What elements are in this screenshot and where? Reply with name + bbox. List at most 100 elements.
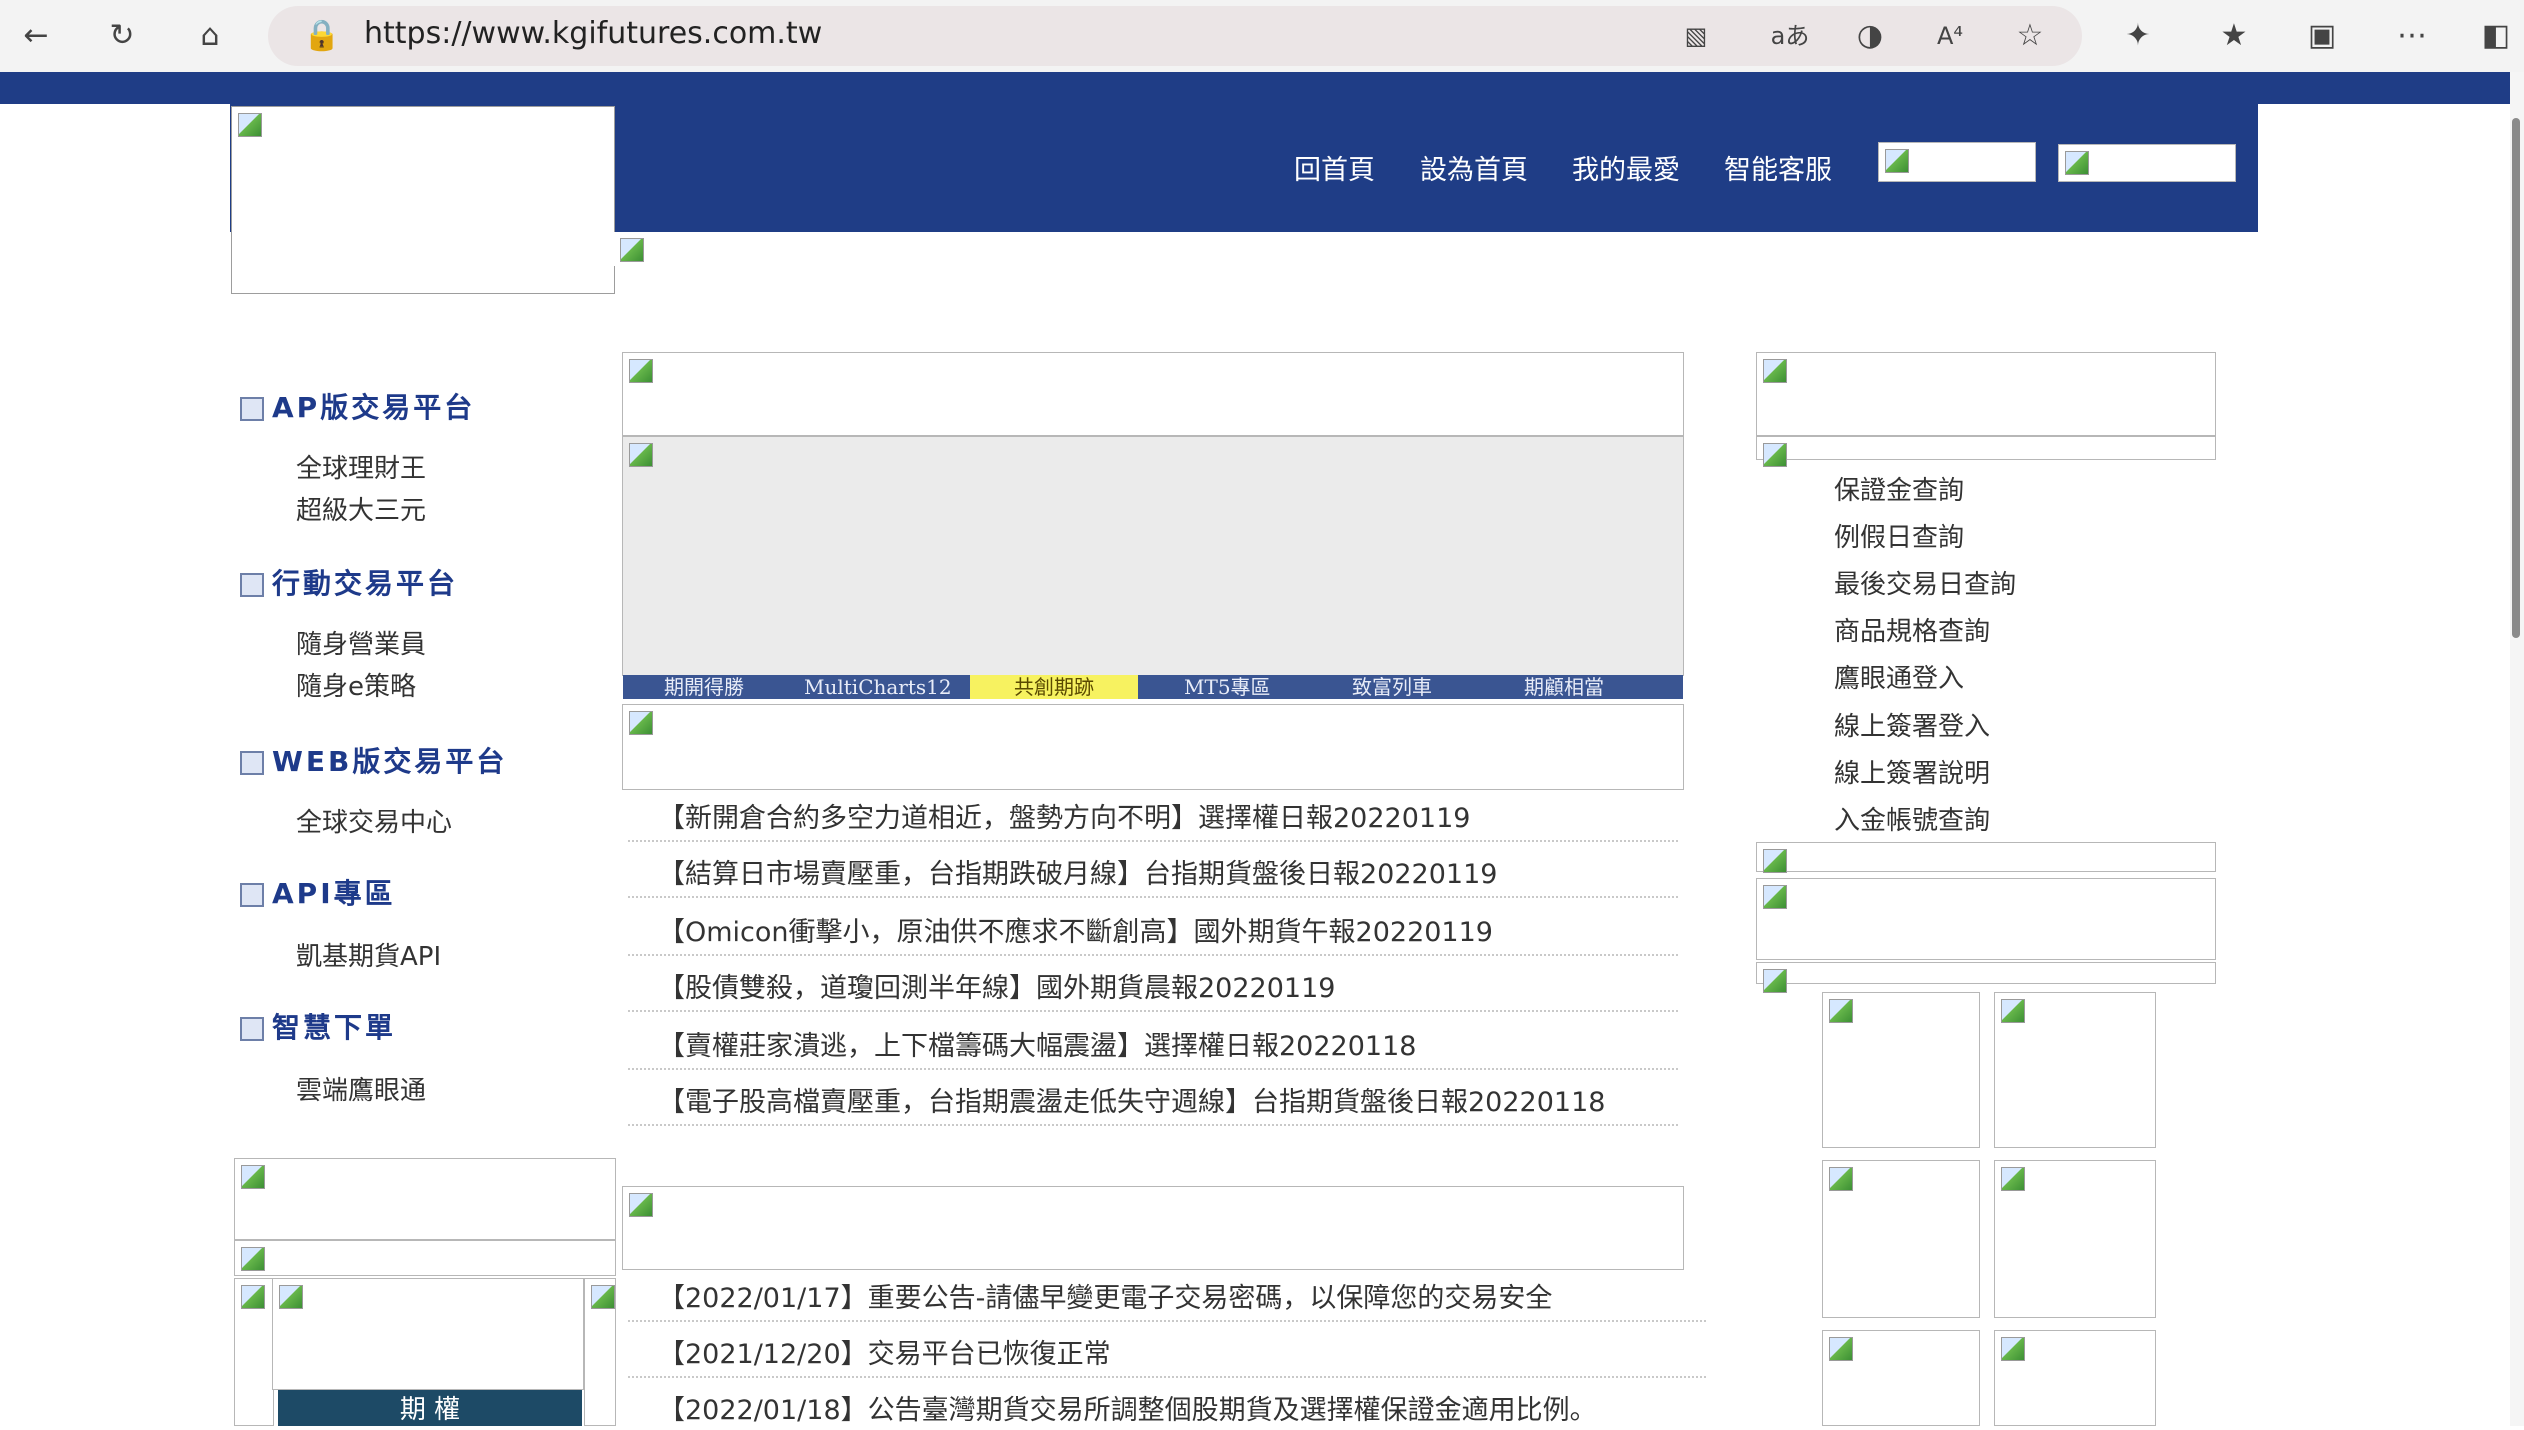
refresh-icon[interactable]: ↻	[100, 14, 144, 58]
translate-icon[interactable]: aあ	[1768, 14, 1812, 58]
reports-header-image	[622, 704, 1684, 790]
right-link-holiday[interactable]: 例假日查詢	[1834, 517, 1964, 554]
divider	[628, 1010, 1678, 1012]
right-link-last-trade[interactable]: 最後交易日查詢	[1834, 564, 2016, 601]
tab-gongchuang[interactable]: 共創期跡	[970, 675, 1138, 699]
nav-set-home-link[interactable]: 設為首頁	[1420, 148, 1528, 187]
right-banner-image[interactable]	[1756, 878, 2216, 960]
sidebar-heading-api: API專區	[240, 872, 396, 912]
divider	[628, 1320, 1706, 1322]
square-bullet-icon	[240, 573, 264, 597]
right-tile-image[interactable]	[1822, 1160, 1980, 1318]
right-tile-image[interactable]	[1994, 1330, 2156, 1426]
report-link[interactable]: 【股債雙殺，道瓊回測半年線】國外期貨晨報20220119	[658, 966, 1335, 1005]
favorite-icon[interactable]: ☆	[2008, 14, 2052, 58]
square-bullet-icon	[240, 883, 264, 907]
sidebar-heading-smart: 智慧下單	[240, 1006, 396, 1046]
sidebar-tile-label[interactable]: 期 權	[278, 1390, 582, 1426]
nav-image-button-1[interactable]	[1878, 142, 2036, 182]
sidebar-heading-label: WEB版交易平台	[272, 745, 508, 778]
url-text[interactable]: https://www.kgifutures.com.tw	[364, 16, 822, 51]
center-carousel-image[interactable]	[622, 436, 1684, 676]
sidebar-item-link[interactable]: 超級大三元	[296, 490, 426, 527]
extensions-icon[interactable]: ✦	[2116, 14, 2160, 58]
right-link-sign-guide[interactable]: 線上簽署說明	[1834, 753, 1990, 790]
tab-mt5[interactable]: MT5專區	[1184, 675, 1271, 699]
more-icon[interactable]: ⋯	[2390, 14, 2434, 58]
sidebar-strip-image	[234, 1240, 616, 1276]
sidebar-item-link[interactable]: 雲端鷹眼通	[296, 1070, 426, 1107]
nav-home-link[interactable]: 回首頁	[1294, 148, 1375, 187]
right-link-spec[interactable]: 商品規格查詢	[1834, 611, 1990, 648]
right-link-sign-login[interactable]: 線上簽署登入	[1834, 706, 1990, 743]
sidebar-heading-web: WEB版交易平台	[240, 740, 507, 780]
sidebar-item-link[interactable]: 全球交易中心	[296, 802, 452, 839]
right-tile-image[interactable]	[1822, 1330, 1980, 1426]
nav-image-button-2[interactable]	[2058, 144, 2236, 182]
right-tile-image[interactable]	[1994, 1160, 2156, 1318]
logo-image[interactable]	[231, 106, 615, 294]
square-bullet-icon	[240, 751, 264, 775]
lock-icon[interactable]: 🔒	[300, 14, 344, 58]
announcements-header-image	[622, 1186, 1684, 1270]
sidebar-heading-label: AP版交易平台	[272, 391, 476, 424]
right-strip-image	[1756, 962, 2216, 993]
nav-service-link[interactable]: 智能客服	[1724, 148, 1832, 187]
sidebar-edge-image	[584, 1278, 616, 1426]
right-strip-image	[1756, 842, 2216, 873]
sidebar-item-link[interactable]: 隨身e策略	[296, 666, 416, 703]
right-tile-image[interactable]	[1994, 992, 2156, 1148]
back-icon[interactable]: ←	[14, 14, 58, 58]
favorites-list-icon[interactable]: ★	[2212, 14, 2256, 58]
right-strip-image	[1756, 436, 2216, 467]
tab-kaikai[interactable]: 期開得勝	[664, 675, 744, 699]
tab-qigu[interactable]: 期顧相當	[1524, 675, 1604, 699]
center-header-image	[622, 352, 1684, 436]
scrollbar-thumb[interactable]	[2512, 118, 2520, 638]
sidebar-tile-image[interactable]	[272, 1278, 584, 1390]
announcement-link[interactable]: 【2022/01/17】重要公告-請儘早變更電子交易密碼，以保障您的交易安全	[658, 1276, 1552, 1315]
divider	[628, 1124, 1678, 1126]
divider	[628, 840, 1678, 842]
sidebar-heading-label: API專區	[272, 877, 396, 910]
sidebar-item-link[interactable]: 凱基期貨API	[296, 936, 441, 973]
announcement-link[interactable]: 【2022/01/18】公告臺灣期貨交易所調整個股期貨及選擇權保證金適用比例。	[658, 1388, 1597, 1427]
tab-zhifu[interactable]: 致富列車	[1352, 675, 1432, 699]
right-tile-image[interactable]	[1822, 992, 1980, 1148]
read-aloud-icon[interactable]: A⁴	[1928, 14, 1972, 58]
report-link[interactable]: 【電子股高檔賣壓重，台指期震盪走低失守週線】台指期貨盤後日報20220118	[658, 1080, 1605, 1119]
sidebar-heading-label: 智慧下單	[272, 1011, 397, 1044]
sidebar-item-link[interactable]: 隨身營業員	[296, 624, 426, 661]
sidebar-icon[interactable]: ◧	[2474, 14, 2518, 58]
divider	[628, 954, 1678, 956]
sidebar-banner-image[interactable]	[234, 1158, 616, 1240]
right-link-eagle-login[interactable]: 鷹眼通登入	[1834, 658, 1964, 695]
divider	[628, 1068, 1678, 1070]
right-link-margin[interactable]: 保證金查詢	[1834, 470, 1964, 507]
sidebar-heading-mobile: 行動交易平台	[240, 562, 458, 602]
copilot-icon[interactable]: ◑	[1848, 14, 1892, 58]
sidebar-edge-image	[234, 1278, 274, 1426]
browser-toolbar: ← ↻ ⌂ 🔒 https://www.kgifutures.com.tw ▧ …	[0, 0, 2524, 72]
announcement-link[interactable]: 【2021/12/20】交易平台已恢復正常	[658, 1332, 1111, 1371]
tab-multicharts[interactable]: MultiCharts12	[804, 675, 952, 699]
header-spacer-image	[614, 232, 648, 266]
square-bullet-icon	[240, 1017, 264, 1041]
right-header-image	[1756, 352, 2216, 436]
report-link[interactable]: 【新開倉合約多空力道相近，盤勢方向不明】選擇權日報20220119	[658, 796, 1470, 835]
camera-off-icon[interactable]: ▧	[1674, 14, 1718, 58]
sidebar-item-link[interactable]: 全球理財王	[296, 448, 426, 485]
top-band	[0, 72, 2510, 104]
square-bullet-icon	[240, 397, 264, 421]
sidebar-heading-ap: AP版交易平台	[240, 386, 475, 426]
collections-icon[interactable]: ▣	[2300, 14, 2344, 58]
sidebar-heading-label: 行動交易平台	[272, 567, 459, 600]
report-link[interactable]: 【賣權莊家潰逃，上下檔籌碼大幅震盪】選擇權日報20220118	[658, 1024, 1416, 1063]
report-link[interactable]: 【結算日市場賣壓重，台指期跌破月線】台指期貨盤後日報20220119	[658, 852, 1497, 891]
nav-favorites-link[interactable]: 我的最愛	[1572, 148, 1680, 187]
divider	[628, 1376, 1706, 1378]
home-icon[interactable]: ⌂	[188, 14, 232, 58]
report-link[interactable]: 【Omicon衝擊小，原油供不應求不斷創高】國外期貨午報20220119	[658, 910, 1493, 949]
right-link-deposit[interactable]: 入金帳號查詢	[1834, 800, 1990, 837]
divider	[628, 896, 1678, 898]
